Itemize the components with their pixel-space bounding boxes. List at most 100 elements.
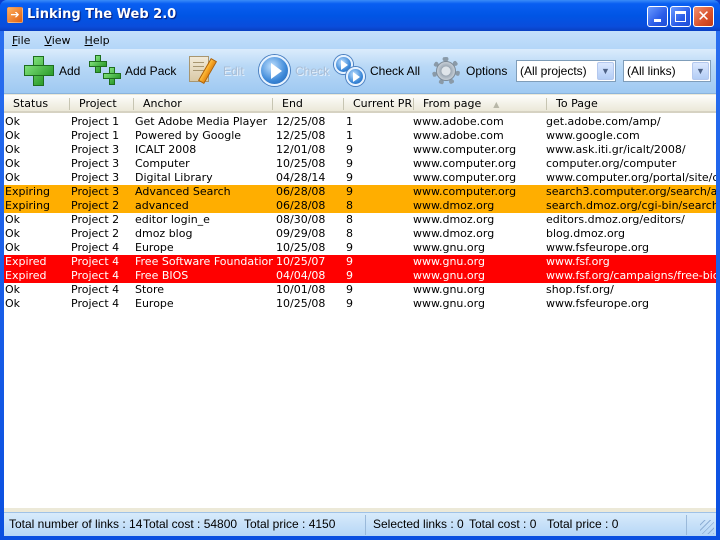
title-bar[interactable]: ➔ Linking The Web 2.0 ✕ [0, 0, 720, 31]
column-header-from-page-label: From page [423, 97, 482, 110]
options-label: Options [466, 64, 508, 78]
cell-status: Ok [5, 157, 21, 170]
cell-from-page: www.gnu.org [413, 269, 485, 282]
cell-current-pr: 9 [346, 171, 353, 184]
table-row[interactable]: Expiring Project 2 advanced 06/28/08 8 www.dm… [4, 199, 716, 213]
cell-to-page: computer.org/computer [546, 157, 677, 170]
add-label: Add [59, 64, 81, 78]
projects-filter-value: (All projects) [520, 64, 587, 78]
cell-current-pr: 1 [346, 129, 353, 142]
table-row[interactable]: Ok Project 4 Store 10/01/08 9 www.gnu.org shop… [4, 283, 716, 297]
menu-view[interactable]: View [38, 34, 76, 47]
column-header-project[interactable]: Project [70, 95, 134, 113]
menu-view-label: View [44, 33, 71, 47]
cell-project: Project 2 [71, 199, 120, 212]
close-button[interactable]: ✕ [693, 6, 714, 27]
cell-anchor: Powered by Google [135, 129, 242, 142]
cell-project: Project 2 [71, 213, 120, 226]
cell-status: Ok [5, 227, 21, 240]
table-row[interactable]: Ok Project 4 Europe 10/25/08 9 www.gnu.org www… [4, 297, 716, 311]
cell-from-page: www.dmoz.org [413, 199, 495, 212]
cell-anchor: ICALT 2008 [135, 143, 197, 156]
cell-status: Ok [5, 143, 21, 156]
column-header-status-label: Status [13, 97, 49, 110]
check-label: Check [295, 64, 330, 78]
column-header-to-page[interactable]: To Page [547, 95, 716, 113]
table-row[interactable]: Expired Project 4 Free Software Foundation… [4, 255, 716, 269]
column-header-anchor[interactable]: Anchor [134, 95, 273, 113]
table-row[interactable]: Ok Project 3 ICALT 2008 12/01/08 9 www.comput… [4, 143, 716, 157]
status-bar: Total number of links : 14 Total cost : … [4, 512, 716, 536]
cell-status: Ok [5, 283, 21, 296]
cell-anchor: Digital Library [135, 171, 213, 184]
cell-to-page: shop.fsf.org/ [546, 283, 614, 296]
maximize-icon [675, 11, 686, 22]
table-row[interactable]: Ok Project 3 Computer 10/25/08 9 www.computer… [4, 157, 716, 171]
column-header-end[interactable]: End [273, 95, 343, 113]
links-table[interactable]: Status Project Anchor End Current PR Fro… [4, 95, 716, 508]
cell-from-page: www.gnu.org [413, 297, 485, 310]
cell-status: Ok [5, 241, 21, 254]
menu-file[interactable]: File [6, 34, 36, 47]
table-row[interactable]: Expired Project 4 Free BIOS 04/04/08 9 www.gn… [4, 269, 716, 283]
cell-end: 12/25/08 [276, 115, 326, 128]
app-window: ➔ Linking The Web 2.0 ✕ File View Help A… [0, 0, 720, 540]
table-row[interactable]: Expiring Project 3 Advanced Search 06/28/08… [4, 185, 716, 199]
cell-anchor: Europe [135, 241, 174, 254]
menu-bar: File View Help [4, 31, 716, 49]
cell-project: Project 4 [71, 269, 120, 282]
table-row[interactable]: Ok Project 4 Europe 10/25/08 9 www.gnu.org www… [4, 241, 716, 255]
edit-button[interactable]: Edit [186, 54, 244, 88]
check-all-button[interactable]: Check All [333, 54, 420, 88]
chevron-down-icon[interactable]: ▼ [597, 62, 614, 80]
cell-anchor: editor login_e [135, 213, 210, 226]
add-pack-label: Add Pack [125, 64, 177, 78]
cell-end: 06/28/08 [276, 199, 326, 212]
cell-to-page: blog.dmoz.org [546, 227, 625, 240]
add-button[interactable]: Add [22, 54, 80, 88]
cell-status: Ok [5, 171, 21, 184]
cell-status: Expiring [5, 185, 51, 198]
resize-grip[interactable] [700, 520, 714, 534]
links-filter-select[interactable]: (All links) ▼ [623, 60, 711, 82]
cell-project: Project 4 [71, 241, 120, 254]
cell-from-page: www.dmoz.org [413, 213, 495, 226]
cell-to-page: search.dmoz.org/cgi-bin/search?... [546, 199, 716, 212]
cell-status: Ok [5, 129, 21, 142]
status-divider [365, 515, 366, 535]
table-row[interactable]: Ok Project 1 Powered by Google 12/25/08 1 www… [4, 129, 716, 143]
close-icon: ✕ [697, 7, 710, 25]
cell-current-pr: 9 [346, 157, 353, 170]
table-row[interactable]: Ok Project 2 dmoz blog 09/29/08 8 www.dmoz.or… [4, 227, 716, 241]
cell-status: Ok [5, 213, 21, 226]
table-row[interactable]: Ok Project 2 editor login_e 08/30/08 8 www.dm… [4, 213, 716, 227]
cell-end: 12/25/08 [276, 129, 326, 142]
menu-file-label: File [12, 33, 31, 47]
minimize-button[interactable] [647, 6, 668, 27]
cell-anchor: Europe [135, 297, 174, 310]
table-row[interactable]: Ok Project 1 Get Adobe Media Player 12/25/0… [4, 115, 716, 129]
cell-end: 04/04/08 [276, 269, 326, 282]
selected-total-price: Total price : 0 [547, 517, 619, 531]
column-header-current-pr[interactable]: Current PR [344, 95, 413, 113]
options-button[interactable]: Options [429, 54, 507, 88]
table-row[interactable]: Ok Project 3 Digital Library 04/28/14 9 www.c… [4, 171, 716, 185]
cell-to-page: www.computer.org/portal/site/c... [546, 171, 716, 184]
cell-end: 09/29/08 [276, 227, 326, 240]
cell-to-page: www.fsfeurope.org [546, 297, 649, 310]
cell-current-pr: 9 [346, 297, 353, 310]
add-pack-button[interactable]: Add Pack [88, 54, 176, 88]
status-divider [686, 515, 687, 535]
toolbar: Add Add Pack Edit Check Check All Option… [4, 49, 716, 94]
projects-filter-select[interactable]: (All projects) ▼ [516, 60, 616, 82]
column-header-status[interactable]: Status [4, 95, 70, 113]
column-header-from-page[interactable]: From page ▲ [414, 95, 546, 113]
app-logo-icon: ➔ [7, 7, 23, 23]
total-cost: Total cost : 54800 [143, 517, 238, 531]
chevron-down-icon[interactable]: ▼ [692, 62, 709, 80]
cell-current-pr: 8 [346, 227, 353, 240]
check-button[interactable]: Check [258, 54, 329, 88]
column-header-project-label: Project [79, 97, 117, 110]
menu-help[interactable]: Help [79, 34, 116, 47]
maximize-button[interactable] [670, 6, 691, 27]
